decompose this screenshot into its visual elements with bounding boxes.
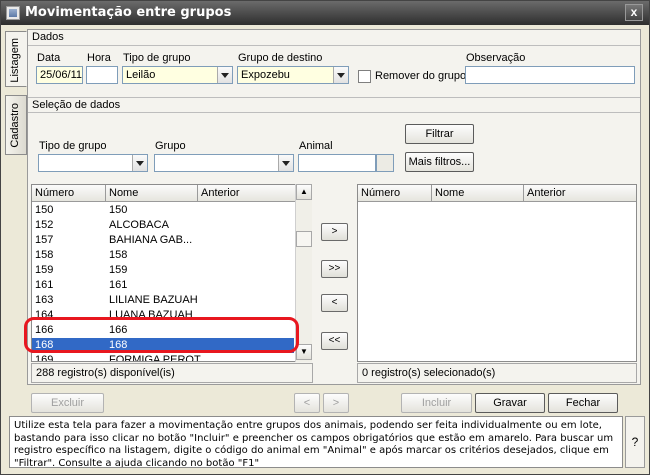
grid-header: Número Nome Anterior xyxy=(32,185,295,202)
mais-filtros-button[interactable]: Mais filtros... xyxy=(405,152,474,172)
add-selected-button[interactable]: > xyxy=(321,223,348,241)
incluir-button[interactable]: Incluir xyxy=(401,393,472,413)
selecao-header: Seleção de dados xyxy=(28,97,640,113)
window-title: Movimentação entre grupos xyxy=(25,5,232,20)
remove-all-button[interactable]: << xyxy=(321,332,348,350)
cell-nome: LILIANE BAZUAH xyxy=(109,294,198,306)
remover-label: Remover do grupo xyxy=(375,70,467,82)
dados-header: Dados xyxy=(28,30,640,46)
tipo-grupo-label: Tipo de grupo xyxy=(123,52,191,64)
observacao-field[interactable] xyxy=(465,66,635,84)
chevron-down-icon[interactable] xyxy=(333,67,348,83)
gravar-button[interactable]: Gravar xyxy=(475,393,545,413)
hora-field[interactable] xyxy=(86,66,118,84)
table-row[interactable]: 159 159 xyxy=(32,263,294,278)
chevron-down-icon[interactable] xyxy=(217,67,232,83)
next-record-button[interactable]: > xyxy=(323,393,349,413)
table-row[interactable]: 158 158 xyxy=(32,248,294,263)
remove-selected-button[interactable]: < xyxy=(321,294,348,312)
selecionados-grid[interactable]: Número Nome Anterior xyxy=(357,184,637,362)
col-anterior[interactable]: Anterior xyxy=(198,185,295,202)
title-bar[interactable]: Movimentação entre grupos x xyxy=(1,1,649,25)
filtro-grupo-label: Grupo xyxy=(155,140,186,152)
chevron-down-icon[interactable] xyxy=(132,155,147,171)
help-button[interactable]: ? xyxy=(625,416,645,468)
scroll-up-icon[interactable]: ▲ xyxy=(296,184,312,200)
cell-numero: 152 xyxy=(35,219,54,231)
selection-highlight-annotation xyxy=(24,317,299,353)
col-nome[interactable]: Nome xyxy=(432,185,524,202)
table-row[interactable]: 150 150 xyxy=(32,203,294,218)
app-icon xyxy=(6,6,20,20)
filtro-tipo-label: Tipo de grupo xyxy=(39,140,107,152)
selecionados-status: 0 registro(s) selecionado(s) xyxy=(357,363,637,383)
col-numero[interactable]: Número xyxy=(358,185,432,202)
close-button[interactable]: x xyxy=(625,4,643,21)
cell-nome: BAHIANA GAB... xyxy=(109,234,193,246)
hora-label: Hora xyxy=(87,52,111,64)
table-row[interactable]: 157 BAHIANA GAB... xyxy=(32,233,294,248)
cell-numero: 163 xyxy=(35,294,54,306)
data-label: Data xyxy=(37,52,61,64)
cell-numero: 157 xyxy=(35,234,54,246)
cell-numero: 169 xyxy=(35,354,54,362)
grupo-destino-value: Expozebu xyxy=(241,69,290,81)
tipo-grupo-select[interactable]: Leilão xyxy=(122,66,233,84)
table-row[interactable]: 152 ALCOBACA xyxy=(32,218,294,233)
scroll-thumb[interactable] xyxy=(296,231,312,247)
observacao-label: Observação xyxy=(466,52,526,64)
grid-header: Número Nome Anterior xyxy=(358,185,636,202)
grupo-destino-label: Grupo de destino xyxy=(238,52,323,64)
cell-nome: FORMIGA PEROT xyxy=(109,354,201,362)
table-row[interactable]: 161 161 xyxy=(32,278,294,293)
cell-numero: 161 xyxy=(35,279,54,291)
filtrar-button[interactable]: Filtrar xyxy=(405,124,474,144)
tab-cadastro[interactable]: Cadastro xyxy=(5,95,27,155)
cell-nome: ALCOBACA xyxy=(109,219,169,231)
animal-lookup-button[interactable] xyxy=(376,154,394,172)
filtro-animal-field[interactable] xyxy=(298,154,376,172)
tipo-grupo-value: Leilão xyxy=(126,69,156,81)
help-text: Utilize esta tela para fazer a movimenta… xyxy=(9,416,623,468)
excluir-button[interactable]: Excluir xyxy=(31,393,104,413)
tab-listagem[interactable]: Listagem xyxy=(5,31,27,87)
cell-numero: 158 xyxy=(35,249,54,261)
col-numero[interactable]: Número xyxy=(32,185,106,202)
prev-record-button[interactable]: < xyxy=(294,393,320,413)
cell-nome: 158 xyxy=(109,249,128,261)
col-nome[interactable]: Nome xyxy=(106,185,198,202)
table-row[interactable]: 169 FORMIGA PEROT xyxy=(32,353,294,362)
chevron-down-icon[interactable] xyxy=(278,155,293,171)
remover-checkbox[interactable] xyxy=(358,70,371,83)
table-row[interactable]: 163 LILIANE BAZUAH xyxy=(32,293,294,308)
data-field[interactable]: 25/06/11 xyxy=(36,66,83,84)
cell-numero: 159 xyxy=(35,264,54,276)
tab-listagem-label: Listagem xyxy=(9,38,21,83)
tab-cadastro-label: Cadastro xyxy=(9,103,21,148)
disponiveis-status: 288 registro(s) disponível(is) xyxy=(31,363,313,383)
cell-nome: 150 xyxy=(109,204,128,216)
main-window: Movimentação entre grupos x Listagem Cad… xyxy=(0,0,650,475)
filtro-tipo-select[interactable] xyxy=(38,154,148,172)
filtro-grupo-select[interactable] xyxy=(154,154,294,172)
add-all-button[interactable]: >> xyxy=(321,260,348,278)
cell-nome: 159 xyxy=(109,264,128,276)
cell-nome: 161 xyxy=(109,279,128,291)
grupo-destino-select[interactable]: Expozebu xyxy=(237,66,349,84)
cell-numero: 150 xyxy=(35,204,54,216)
filtro-animal-label: Animal xyxy=(299,140,333,152)
fechar-button[interactable]: Fechar xyxy=(548,393,618,413)
col-anterior[interactable]: Anterior xyxy=(524,185,636,202)
